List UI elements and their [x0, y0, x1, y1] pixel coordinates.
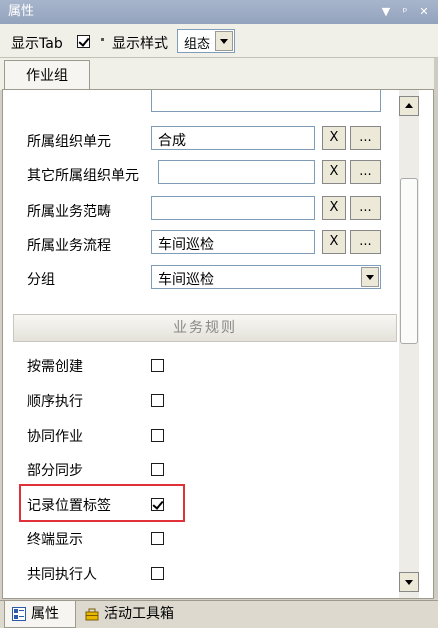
other-org-unit-browse-button[interactable]: ...	[350, 160, 381, 184]
tab-activity-toolbox[interactable]: 活动工具箱	[78, 601, 188, 628]
style-select[interactable]: 组态	[177, 29, 235, 53]
property-row-org-unit: 所属组织单元 合成 X ...	[13, 122, 397, 158]
other-org-unit-clear-button[interactable]: X	[322, 160, 346, 184]
business-process-label: 所属业务流程	[27, 238, 111, 254]
rule-row-collaborative: 协同作业	[13, 418, 397, 452]
close-icon[interactable]: ✕	[418, 6, 430, 18]
property-row-business-scope: 所属业务范畴 X ...	[13, 192, 397, 228]
other-org-unit-field[interactable]	[158, 160, 315, 184]
rule-row-sequential-exec: 顺序执行	[13, 383, 397, 417]
rule-row-create-on-demand: 按需创建	[13, 348, 397, 382]
business-scope-label: 所属业务范畴	[27, 204, 111, 220]
property-grid-panel: 所属组织单元 合成 X ... 其它所属组织单元 X ... 所属业务范畴 X …	[2, 89, 434, 599]
toolbox-icon	[85, 608, 99, 621]
business-scope-clear-button[interactable]: X	[322, 196, 346, 220]
property-grid: 所属组织单元 合成 X ... 其它所属组织单元 X ... 所属业务范畴 X …	[13, 90, 397, 598]
scroll-thumb[interactable]	[400, 178, 418, 344]
other-org-unit-label: 其它所属组织单元	[27, 168, 139, 184]
chevron-down-icon[interactable]	[215, 31, 233, 51]
business-scope-field[interactable]	[151, 196, 315, 220]
terminal-display-checkbox[interactable]	[151, 532, 164, 545]
property-row-group: 分组 车间巡检	[13, 260, 397, 296]
scroll-down-icon[interactable]	[399, 572, 419, 592]
highlight-box	[19, 484, 185, 522]
property-row-other-org-unit: 其它所属组织单元 X ...	[13, 156, 397, 192]
rule-row-terminal-display: 终端显示	[13, 521, 397, 555]
rule-row-co-executor: 共同执行人	[13, 556, 397, 590]
business-process-browse-button[interactable]: ...	[350, 230, 381, 254]
business-process-clear-button[interactable]: X	[322, 230, 346, 254]
show-tab-label: 显示Tab	[11, 36, 63, 52]
window-titlebar: 属性 ▼ ᵖ ✕	[0, 0, 438, 24]
show-tab-checkbox[interactable]	[77, 35, 90, 48]
create-on-demand-checkbox[interactable]	[151, 359, 164, 372]
property-field-top[interactable]	[151, 90, 381, 112]
tab-job-group[interactable]: 作业组	[4, 60, 90, 91]
group-select-value: 车间巡检	[158, 272, 214, 288]
org-unit-label: 所属组织单元	[27, 134, 111, 150]
property-row-business-process: 所属业务流程 车间巡检 X ...	[13, 226, 397, 262]
separator-dot	[101, 38, 104, 41]
org-unit-value: 合成	[158, 133, 186, 149]
bottom-tab-strip: 属性 活动工具箱	[0, 600, 438, 628]
property-row-top	[13, 90, 397, 116]
show-style-label: 显示样式	[112, 36, 168, 52]
vertical-scrollbar[interactable]	[399, 90, 419, 598]
dropdown-icon[interactable]: ▼	[380, 6, 392, 18]
style-select-value: 组态	[184, 37, 211, 52]
chevron-down-icon[interactable]	[361, 267, 379, 287]
co-executor-checkbox[interactable]	[151, 567, 164, 580]
business-rules-section-header[interactable]: 业务规则	[13, 314, 397, 342]
pin-icon[interactable]: ᵖ	[399, 6, 411, 18]
business-scope-browse-button[interactable]: ...	[350, 196, 381, 220]
partial-sync-checkbox[interactable]	[151, 463, 164, 476]
sequential-exec-checkbox[interactable]	[151, 394, 164, 407]
group-select[interactable]: 车间巡检	[151, 265, 381, 289]
collaborative-checkbox[interactable]	[151, 429, 164, 442]
business-process-field[interactable]: 车间巡检	[151, 230, 315, 254]
rule-row-partial-sync: 部分同步	[13, 452, 397, 486]
scroll-up-icon[interactable]	[399, 96, 419, 116]
outer-scrollbar[interactable]	[434, 58, 438, 598]
org-unit-clear-button[interactable]: X	[322, 126, 346, 150]
org-unit-browse-button[interactable]: ...	[350, 126, 381, 150]
window-title: 属性	[8, 4, 35, 19]
tab-properties[interactable]: 属性	[4, 601, 76, 628]
title-controls: ▼ ᵖ ✕	[380, 0, 430, 24]
tab-strip: 作业组	[0, 58, 438, 91]
properties-toolbar: 显示Tab 显示样式 组态	[0, 24, 438, 58]
group-label: 分组	[27, 272, 55, 288]
properties-icon	[12, 607, 26, 621]
org-unit-field[interactable]: 合成	[151, 126, 315, 150]
business-process-value: 车间巡检	[158, 237, 214, 253]
